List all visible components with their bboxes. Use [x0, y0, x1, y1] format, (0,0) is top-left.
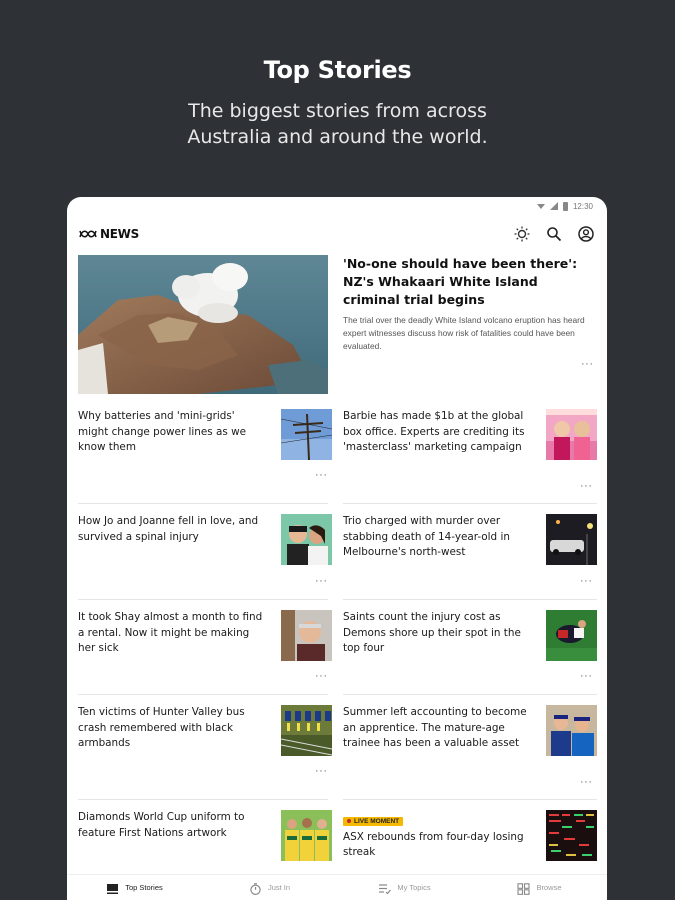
app-bar: NEWS: [67, 215, 607, 253]
divider: [343, 694, 597, 695]
promo-subtitle-line-1: The biggest stories from across: [188, 100, 487, 122]
story-title[interactable]: It took Shay almost a month to find a re…: [78, 610, 263, 657]
hero-summary: The trial over the deadly White Island v…: [343, 315, 585, 351]
promo-subtitle: The biggest stories from across Australi…: [0, 98, 675, 150]
story-more-options-icon[interactable]: ···: [580, 576, 593, 587]
divider: [343, 799, 597, 800]
story-more-options-icon[interactable]: ···: [580, 481, 593, 492]
nav-label: Browse: [536, 883, 562, 892]
story-more-options-icon[interactable]: ···: [315, 576, 328, 587]
live-moment-badge: LIVE MOMENT: [343, 816, 404, 826]
status-time: 12:30: [572, 201, 593, 211]
story-thumbnail[interactable]: [546, 514, 597, 565]
story-thumbnail[interactable]: [546, 705, 597, 756]
divider: [78, 503, 328, 504]
grid-icon: [517, 883, 531, 895]
story-title[interactable]: ASX rebounds from four-day losing streak: [343, 830, 528, 861]
search-icon[interactable]: [545, 225, 563, 243]
story-more-options-icon[interactable]: ···: [580, 777, 593, 788]
story-title[interactable]: Saints count the injury cost as Demons s…: [343, 610, 528, 657]
story-more-options-icon[interactable]: ···: [315, 470, 328, 481]
story-title[interactable]: Ten victims of Hunter Valley bus crash r…: [78, 705, 263, 752]
story-title[interactable]: How Jo and Joanne fell in love, and surv…: [78, 514, 263, 545]
live-dot-icon: [347, 819, 351, 823]
story-thumbnail[interactable]: [281, 514, 332, 565]
live-badge-label: LIVE MOMENT: [354, 817, 400, 825]
account-icon[interactable]: [577, 225, 595, 243]
hero-image[interactable]: [78, 255, 328, 394]
story-title[interactable]: Summer left accounting to become an appr…: [343, 705, 528, 752]
story-thumbnail[interactable]: [281, 810, 332, 861]
story-title[interactable]: Trio charged with murder over stabbing d…: [343, 514, 528, 561]
story-title[interactable]: Why batteries and 'mini-grids' might cha…: [78, 409, 263, 456]
divider: [78, 599, 328, 600]
promo-title: Top Stories: [263, 56, 412, 84]
top-stories-icon: [106, 883, 119, 895]
hero-headline[interactable]: 'No-one should have been there': NZ's Wh…: [343, 255, 597, 309]
my-topics-icon: [378, 883, 392, 895]
divider: [78, 799, 328, 800]
story-thumbnail[interactable]: [546, 810, 597, 861]
hero-more-options-icon[interactable]: ···: [581, 359, 594, 370]
hero-story[interactable]: 'No-one should have been there': NZ's Wh…: [343, 255, 597, 353]
story-thumbnail[interactable]: [546, 409, 597, 460]
nav-just-in[interactable]: Just In: [202, 875, 337, 900]
nav-browse[interactable]: Browse: [472, 875, 607, 900]
story-thumbnail[interactable]: [281, 610, 332, 661]
abc-logo-icon: [79, 230, 97, 238]
story-title[interactable]: Diamonds World Cup uniform to feature Fi…: [78, 810, 263, 841]
divider: [78, 694, 328, 695]
stopwatch-icon: [249, 883, 262, 896]
promo-subtitle-line-2: Australia and around the world.: [187, 126, 488, 148]
story-more-options-icon[interactable]: ···: [315, 671, 328, 682]
bottom-navigation: Top Stories Just In My Topics Browse: [67, 874, 607, 900]
story-thumbnail[interactable]: [546, 610, 597, 661]
nav-top-stories[interactable]: Top Stories: [67, 875, 202, 900]
divider: [343, 503, 597, 504]
wifi-icon: [536, 203, 545, 209]
story-more-options-icon[interactable]: ···: [315, 766, 328, 777]
story-title[interactable]: Barbie has made $1b at the global box of…: [343, 409, 528, 456]
abc-news-logo[interactable]: NEWS: [79, 227, 139, 241]
story-thumbnail[interactable]: [281, 705, 332, 756]
nav-label: Just In: [267, 883, 291, 892]
nav-my-topics[interactable]: My Topics: [337, 875, 472, 900]
nav-label: My Topics: [397, 883, 431, 892]
battery-icon: [562, 201, 568, 211]
divider: [343, 599, 597, 600]
story-thumbnail[interactable]: [281, 409, 332, 460]
signal-icon: [549, 202, 558, 210]
story-more-options-icon[interactable]: ···: [580, 671, 593, 682]
theme-icon[interactable]: [513, 225, 531, 243]
nav-label: Top Stories: [125, 883, 163, 892]
logo-text: NEWS: [100, 227, 139, 241]
device-screen: 12:30 NEWS 'No-one should have been ther…: [67, 197, 607, 900]
status-bar: 12:30: [67, 197, 607, 215]
